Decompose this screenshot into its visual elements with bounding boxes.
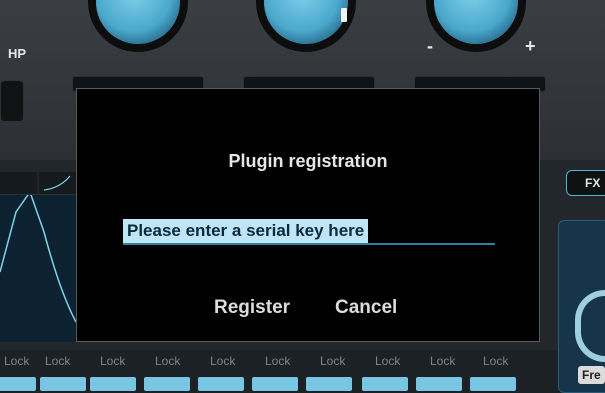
lock-toggle[interactable]: Lock	[210, 354, 235, 368]
step-key[interactable]	[40, 377, 86, 391]
knob-2-indicator	[341, 8, 347, 22]
cancel-button[interactable]: Cancel	[335, 297, 397, 319]
hp-label: HP	[8, 46, 27, 61]
lock-toggle[interactable]: Lock	[155, 354, 180, 368]
lock-toggle[interactable]: Lock	[100, 354, 125, 368]
lock-toggle[interactable]: Lock	[265, 354, 290, 368]
plus-label: +	[525, 36, 536, 56]
lock-toggle[interactable]: Lock	[430, 354, 455, 368]
freq-label: Fre	[578, 366, 605, 384]
step-key[interactable]	[90, 377, 136, 391]
minus-label: -	[427, 36, 433, 56]
envelope-shape-strip[interactable]	[0, 172, 76, 195]
step-key[interactable]	[0, 377, 36, 391]
register-button[interactable]: Register	[214, 297, 290, 319]
lock-toggle[interactable]: Lock	[45, 354, 70, 368]
dialog-title: Plugin registration	[228, 151, 388, 171]
plugin-registration-dialog: Plugin registration Please enter a seria…	[76, 88, 540, 342]
envelope-curve	[0, 191, 77, 323]
fx-button[interactable]: FX	[566, 170, 605, 196]
step-key[interactable]	[144, 377, 190, 391]
step-key[interactable]	[470, 377, 516, 391]
step-key[interactable]	[198, 377, 244, 391]
lock-toggle[interactable]: Lock	[320, 354, 345, 368]
step-key[interactable]	[306, 377, 352, 391]
lock-toggle[interactable]: Lock	[375, 354, 400, 368]
step-key[interactable]	[362, 377, 408, 391]
lock-toggle[interactable]: Lock	[4, 354, 29, 368]
curve-shape-icon	[37, 172, 71, 194]
serial-key-placeholder[interactable]: Please enter a serial key here	[123, 219, 369, 243]
lock-toggle[interactable]: Lock	[483, 354, 508, 368]
step-key[interactable]	[252, 377, 298, 391]
hp-selector[interactable]	[0, 80, 24, 122]
step-key[interactable]	[416, 377, 462, 391]
envelope-display	[0, 172, 77, 342]
